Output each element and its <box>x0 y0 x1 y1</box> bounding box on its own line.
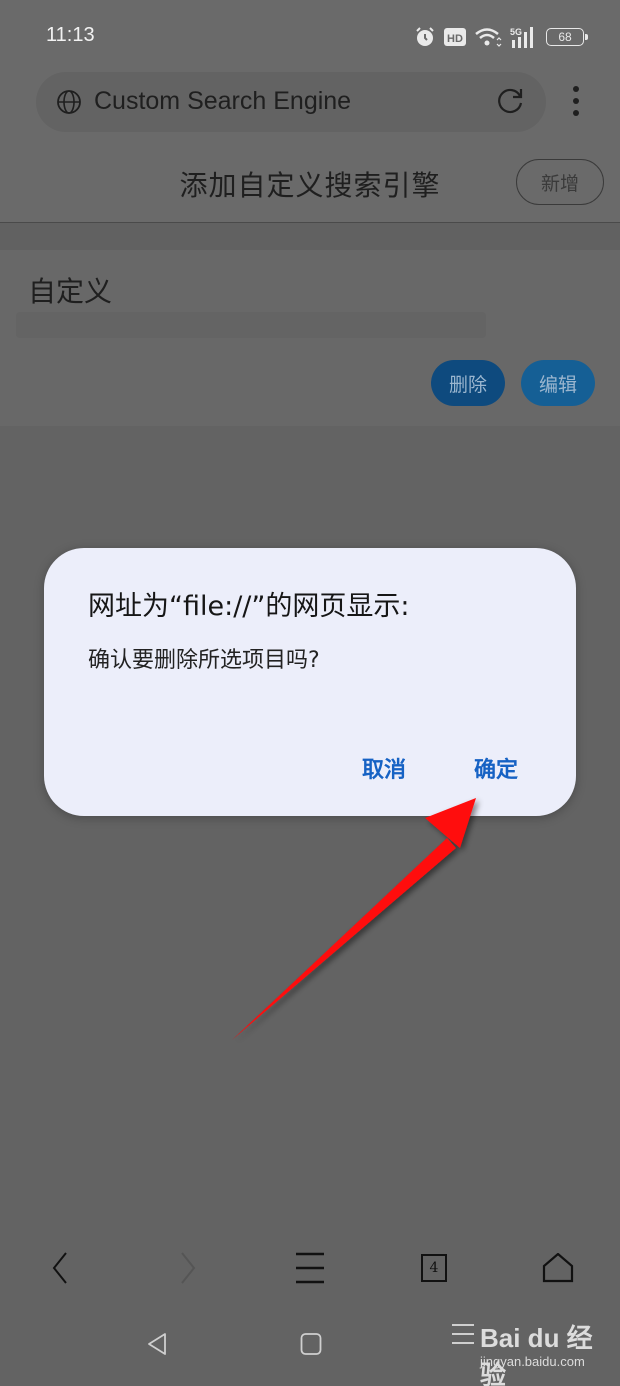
reload-icon[interactable] <box>494 86 526 118</box>
browser-bottom-toolbar: 4 <box>0 1230 620 1306</box>
home-icon[interactable] <box>538 1248 578 1288</box>
cancel-button[interactable]: 取消 <box>362 752 406 784</box>
status-bar: 11:13 HD 5G 68 <box>0 0 620 70</box>
back-icon[interactable] <box>40 1248 80 1288</box>
svg-text:HD: HD <box>447 33 463 45</box>
tab-count: 4 <box>429 1260 439 1276</box>
svg-text:5G: 5G <box>510 27 522 37</box>
hd-icon: HD <box>444 28 466 46</box>
dialog-title: 网址为“file://”的网页显示: <box>88 591 410 622</box>
forward-icon[interactable] <box>168 1248 208 1288</box>
address-bar[interactable]: Custom Search Engine <box>36 72 546 132</box>
address-bar-text: Custom Search Engine <box>94 87 352 115</box>
tabs-icon[interactable]: 4 <box>414 1248 454 1288</box>
globe-icon <box>57 90 81 114</box>
watermark-brand: Bai du 经验 <box>480 1323 593 1386</box>
add-engine-button[interactable]: 新增 <box>516 159 604 205</box>
5g-signal-icon: 5G <box>510 27 533 48</box>
menu-icon[interactable] <box>290 1248 330 1288</box>
more-vertical-icon[interactable] <box>566 86 586 118</box>
dialog-message: 确认要删除所选项目吗? <box>88 648 320 673</box>
arrow-shaft <box>232 838 456 1040</box>
home-square-icon[interactable] <box>300 1332 322 1356</box>
confirm-dialog: 网址为“file://”的网页显示: 确认要删除所选项目吗? 取消 确定 <box>44 548 576 816</box>
confirm-button[interactable]: 确定 <box>474 752 518 784</box>
wifi-icon <box>475 28 502 47</box>
back-triangle-icon[interactable] <box>146 1332 168 1356</box>
watermark-site: jingyan.baidu.com <box>480 1354 585 1369</box>
battery-level: 68 <box>558 30 572 44</box>
baidu-jingyan-watermark: Bai du 经验 jingyan.baidu.com <box>452 1316 612 1386</box>
edit-button[interactable]: 编辑 <box>521 360 595 406</box>
section-gap <box>0 223 620 250</box>
status-icons: HD 5G 68 <box>414 24 588 50</box>
delete-button[interactable]: 删除 <box>431 360 505 406</box>
engine-name: 自定义 <box>28 275 113 308</box>
status-time: 11:13 <box>46 24 95 46</box>
engine-url-placeholder <box>16 312 486 338</box>
watermark-lines <box>452 1324 474 1351</box>
alarm-icon <box>416 27 434 46</box>
engine-list-item: 自定义 删除 编辑 <box>0 250 620 426</box>
battery-indicator: 68 <box>546 28 588 46</box>
